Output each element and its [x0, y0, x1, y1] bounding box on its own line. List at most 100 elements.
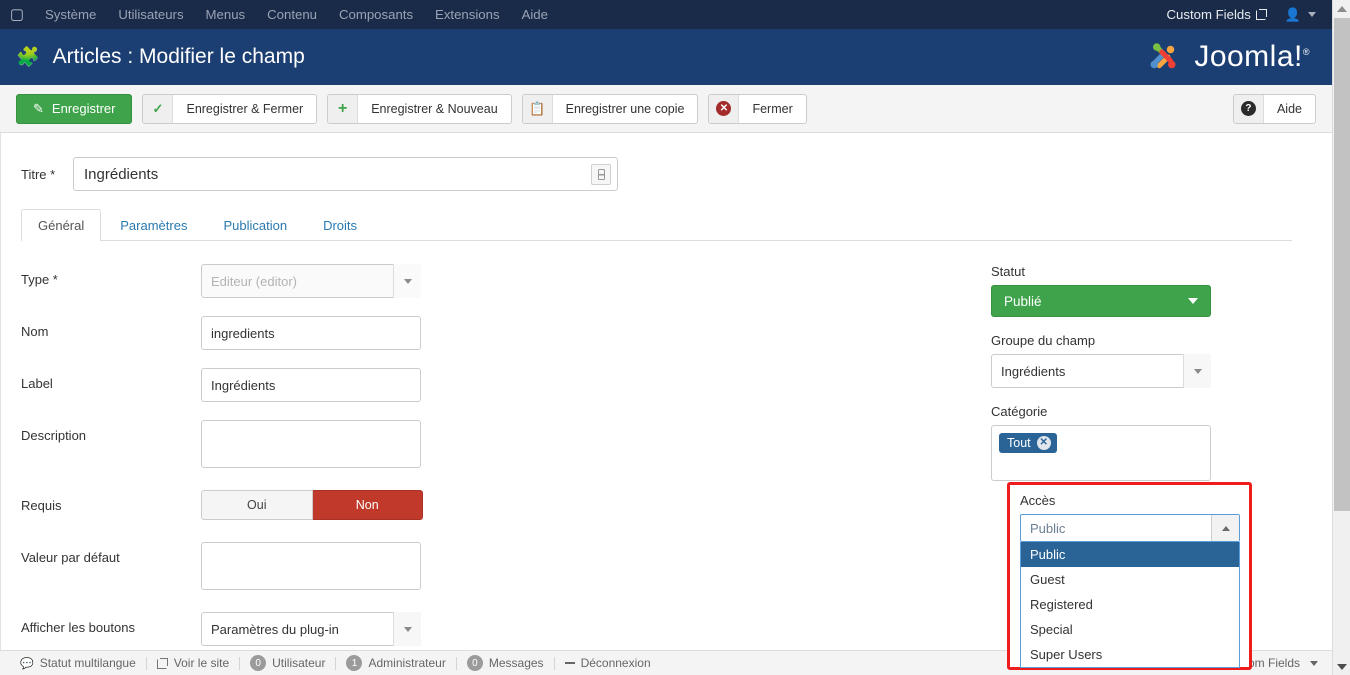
- acces-option-guest[interactable]: Guest: [1021, 567, 1239, 592]
- title-field-wrapper: [73, 157, 618, 191]
- status-users[interactable]: 0 Utilisateur: [240, 655, 335, 671]
- save-as-copy-button[interactable]: 📋 Enregistrer une copie: [521, 93, 699, 124]
- scroll-down-arrow-icon[interactable]: [1333, 658, 1350, 675]
- status-badge: 0: [250, 655, 267, 671]
- nom-input[interactable]: [201, 316, 421, 350]
- groupe-champ-label: Groupe du champ: [991, 333, 1096, 348]
- afficher-boutons-select-wrapper[interactable]: [201, 612, 421, 646]
- user-menu-button[interactable]: 👤: [1285, 7, 1322, 23]
- vertical-scrollbar[interactable]: [1332, 0, 1350, 675]
- statut-select[interactable]: Publié: [991, 285, 1211, 317]
- status-badge: 0: [466, 655, 483, 671]
- description-textarea[interactable]: [201, 420, 421, 468]
- save-and-new-button[interactable]: + Enregistrer & Nouveau: [327, 93, 512, 124]
- title-row: Titre *: [1, 133, 1332, 191]
- status-view-site[interactable]: Voir le site: [147, 656, 239, 670]
- site-link-label: Custom Fields: [1166, 7, 1251, 22]
- toolbar-right-group: ? Aide: [1232, 93, 1316, 124]
- title-field-label: Titre *: [21, 166, 56, 182]
- menu-item-utilisateurs[interactable]: Utilisateurs: [107, 0, 194, 29]
- save-button[interactable]: ✎ Enregistrer: [16, 93, 133, 124]
- field-group-statut: Statut Publié: [991, 264, 1295, 317]
- dash-icon: [564, 662, 575, 664]
- acces-option-registered[interactable]: Registered: [1021, 592, 1239, 617]
- chevron-down-icon[interactable]: [1183, 354, 1211, 388]
- label-input[interactable]: [201, 368, 421, 402]
- tab-droits[interactable]: Droits: [306, 209, 374, 241]
- menu-item-composants[interactable]: Composants: [328, 0, 424, 29]
- puzzle-piece-icon: 🧩: [16, 46, 40, 68]
- status-view-site-label: Voir le site: [173, 656, 230, 670]
- admin-menu-bar: ▢ Système Utilisateurs Menus Contenu Com…: [0, 0, 1332, 29]
- joomla-admin-page: ▢ Système Utilisateurs Menus Contenu Com…: [0, 0, 1350, 675]
- acces-option-super-users[interactable]: Super Users: [1021, 642, 1239, 667]
- close-circle-icon: ✕: [709, 94, 740, 123]
- statut-value: Publié: [1004, 293, 1042, 309]
- statut-label: Statut: [991, 264, 1025, 279]
- tab-publication[interactable]: Publication: [206, 209, 304, 241]
- status-logout[interactable]: Déconnexion: [555, 656, 661, 670]
- chevron-down-icon[interactable]: [393, 612, 421, 646]
- status-badge: 1: [346, 655, 363, 671]
- comment-icon: 💬: [20, 657, 34, 670]
- joomla-logo-icon[interactable]: ▢: [0, 7, 34, 22]
- field-row-nom: Nom: [21, 316, 991, 350]
- categorie-tag: Tout ✕: [999, 433, 1057, 453]
- help-button[interactable]: ? Aide: [1232, 93, 1316, 124]
- requis-option-oui[interactable]: Oui: [201, 490, 313, 520]
- scroll-up-arrow-icon[interactable]: [1333, 0, 1350, 17]
- status-messages[interactable]: 0 Messages: [457, 655, 554, 671]
- acces-input[interactable]: [1021, 515, 1239, 541]
- status-admins[interactable]: 1 Administrateur: [336, 655, 455, 671]
- afficher-boutons-select-input[interactable]: [201, 612, 421, 646]
- title-input[interactable]: [74, 158, 617, 190]
- type-select-wrapper: [201, 264, 421, 298]
- menu-item-contenu[interactable]: Contenu: [256, 0, 328, 29]
- status-multilang[interactable]: 💬 Statut multilangue: [10, 656, 146, 670]
- field-row-afficher-boutons: Afficher les boutons: [21, 612, 991, 646]
- chevron-down-icon: [393, 264, 421, 298]
- user-icon: 👤: [1284, 6, 1301, 22]
- valeur-defaut-label: Valeur par défaut: [21, 550, 120, 565]
- joomla-brand-icon: [1150, 43, 1176, 69]
- chevron-up-icon[interactable]: [1211, 515, 1239, 541]
- acces-dropdown-list[interactable]: Public Guest Registered Special Super Us…: [1020, 542, 1240, 668]
- form-left-column: Type * Nom Label: [1, 264, 991, 650]
- field-row-type: Type *: [21, 264, 991, 298]
- editor-toolbar: ✎ Enregistrer ✓ Enregistrer & Fermer + E…: [0, 85, 1332, 133]
- view-site-link[interactable]: Custom Fields: [1167, 7, 1285, 22]
- acces-option-public[interactable]: Public: [1021, 542, 1239, 567]
- acces-combobox[interactable]: [1020, 514, 1240, 542]
- scrollbar-thumb[interactable]: [1334, 18, 1350, 511]
- field-row-valeur-defaut: Valeur par défaut: [21, 542, 991, 594]
- page-title: 🧩 Articles : Modifier le champ: [16, 45, 305, 69]
- joomla-brand: Joomla!®: [1141, 37, 1316, 77]
- article-toggle-icon[interactable]: [591, 164, 611, 185]
- field-row-description: Description: [21, 420, 991, 472]
- acces-option-special[interactable]: Special: [1021, 617, 1239, 642]
- page-title-text: Articles : Modifier le champ: [52, 45, 305, 68]
- menu-item-extensions[interactable]: Extensions: [424, 0, 511, 29]
- chevron-down-icon: [1188, 298, 1198, 304]
- groupe-champ-select-input[interactable]: [991, 354, 1211, 388]
- save-and-close-button[interactable]: ✓ Enregistrer & Fermer: [142, 93, 318, 124]
- menu-item-aide[interactable]: Aide: [511, 0, 559, 29]
- field-row-requis: Requis Oui Non: [21, 490, 991, 524]
- chevron-down-icon[interactable]: [1310, 660, 1318, 666]
- plus-icon: +: [328, 94, 359, 123]
- tab-general[interactable]: Général: [21, 209, 102, 242]
- categorie-label: Catégorie: [991, 404, 1048, 419]
- close-button[interactable]: ✕ Fermer: [708, 93, 807, 124]
- menu-item-menus[interactable]: Menus: [195, 0, 257, 29]
- remove-tag-icon[interactable]: ✕: [1036, 436, 1051, 450]
- categorie-tag-box[interactable]: Tout ✕: [991, 425, 1211, 481]
- tab-parametres[interactable]: Paramètres: [103, 209, 204, 241]
- field-row-label: Label: [21, 368, 991, 402]
- status-admins-label: Administrateur: [368, 656, 446, 670]
- valeur-defaut-textarea[interactable]: [201, 542, 421, 590]
- copy-icon: 📋: [522, 94, 553, 123]
- menu-item-systeme[interactable]: Système: [34, 0, 107, 29]
- requis-option-non[interactable]: Non: [312, 490, 423, 520]
- groupe-champ-select-wrapper[interactable]: [991, 354, 1211, 388]
- acces-field-highlight: Accès Public Guest Registered Special Su…: [1007, 482, 1252, 670]
